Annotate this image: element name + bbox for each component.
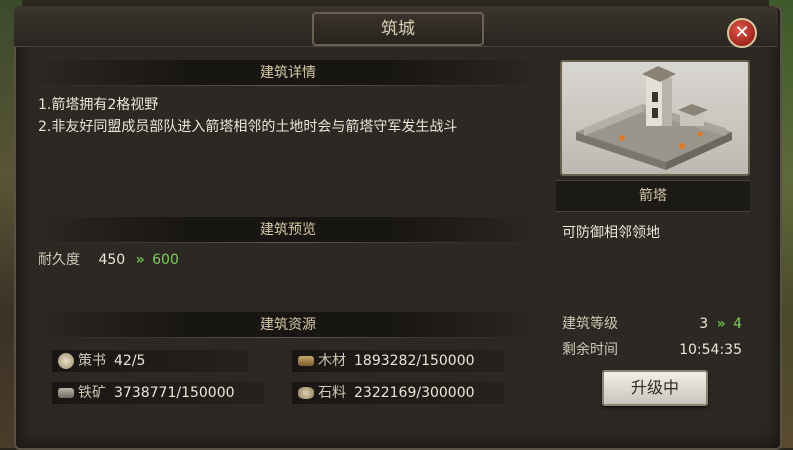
wood-icon [298,356,314,366]
level-next: 4 [733,316,742,332]
iron-icon [58,388,74,398]
level-values: 3 » 4 [699,312,742,336]
resource-value: 2322169/300000 [354,385,475,401]
dialog-title: 筑城 [312,12,484,46]
resource-label: 铁矿 [78,385,106,401]
level-label: 建筑等级 [562,316,618,332]
double-chevron-right-icon: » [716,316,726,332]
double-chevron-right-icon: » [135,252,145,268]
scroll-icon [58,353,74,369]
detail-line: 1.箭塔拥有2格视野 [38,97,159,113]
preview-section-heading: 建筑预览 [30,217,546,243]
time-row: 剩余时间 10:54:35 [562,338,746,362]
durability-next: 600 [152,252,179,268]
building-image [560,60,750,176]
durability-current: 450 [98,252,126,268]
resources-section-heading: 建筑资源 [30,312,546,338]
resource-item: 铁矿 3738771/150000 [52,382,264,404]
time-value: 10:54:35 [679,342,742,358]
building-card: 箭塔 可防御相邻领地 建筑等级 3 » 4 剩余时间 10:54:35 升级中 [556,56,750,436]
stone-icon [298,387,314,399]
building-name: 箭塔 [556,180,750,212]
close-icon: ✕ [734,22,750,43]
resource-item: 策书 42/5 [52,350,248,372]
level-row: 建筑等级 3 » 4 [562,312,746,336]
resource-item: 木材 1893282/150000 [292,350,504,372]
resource-value: 1893282/150000 [354,353,475,369]
level-current: 3 [699,316,709,332]
time-label: 剩余时间 [562,342,618,358]
building-info-panel: 建筑详情 1.箭塔拥有2格视野 2.非友好同盟成员部队进入箭塔相邻的土地时会与箭… [30,60,546,435]
resource-label: 木材 [318,353,346,369]
durability-row: 耐久度 450 » 600 [38,248,179,272]
building-description: 可防御相邻领地 [562,225,660,241]
close-button[interactable]: ✕ [727,18,757,48]
detail-text: 1.箭塔拥有2格视野 2.非友好同盟成员部队进入箭塔相邻的土地时会与箭塔守军发生… [38,94,538,138]
resource-item: 石料 2322169/300000 [292,382,504,404]
resource-value: 42/5 [114,353,146,369]
detail-section-heading: 建筑详情 [30,60,546,86]
upgrade-button[interactable]: 升级中 [602,370,708,406]
resource-label: 策书 [78,353,106,369]
resource-label: 石料 [318,385,346,401]
detail-line: 2.非友好同盟成员部队进入箭塔相邻的土地时会与箭塔守军发生战斗 [38,119,458,135]
resource-value: 3738771/150000 [114,385,235,401]
durability-label: 耐久度 [38,252,80,268]
